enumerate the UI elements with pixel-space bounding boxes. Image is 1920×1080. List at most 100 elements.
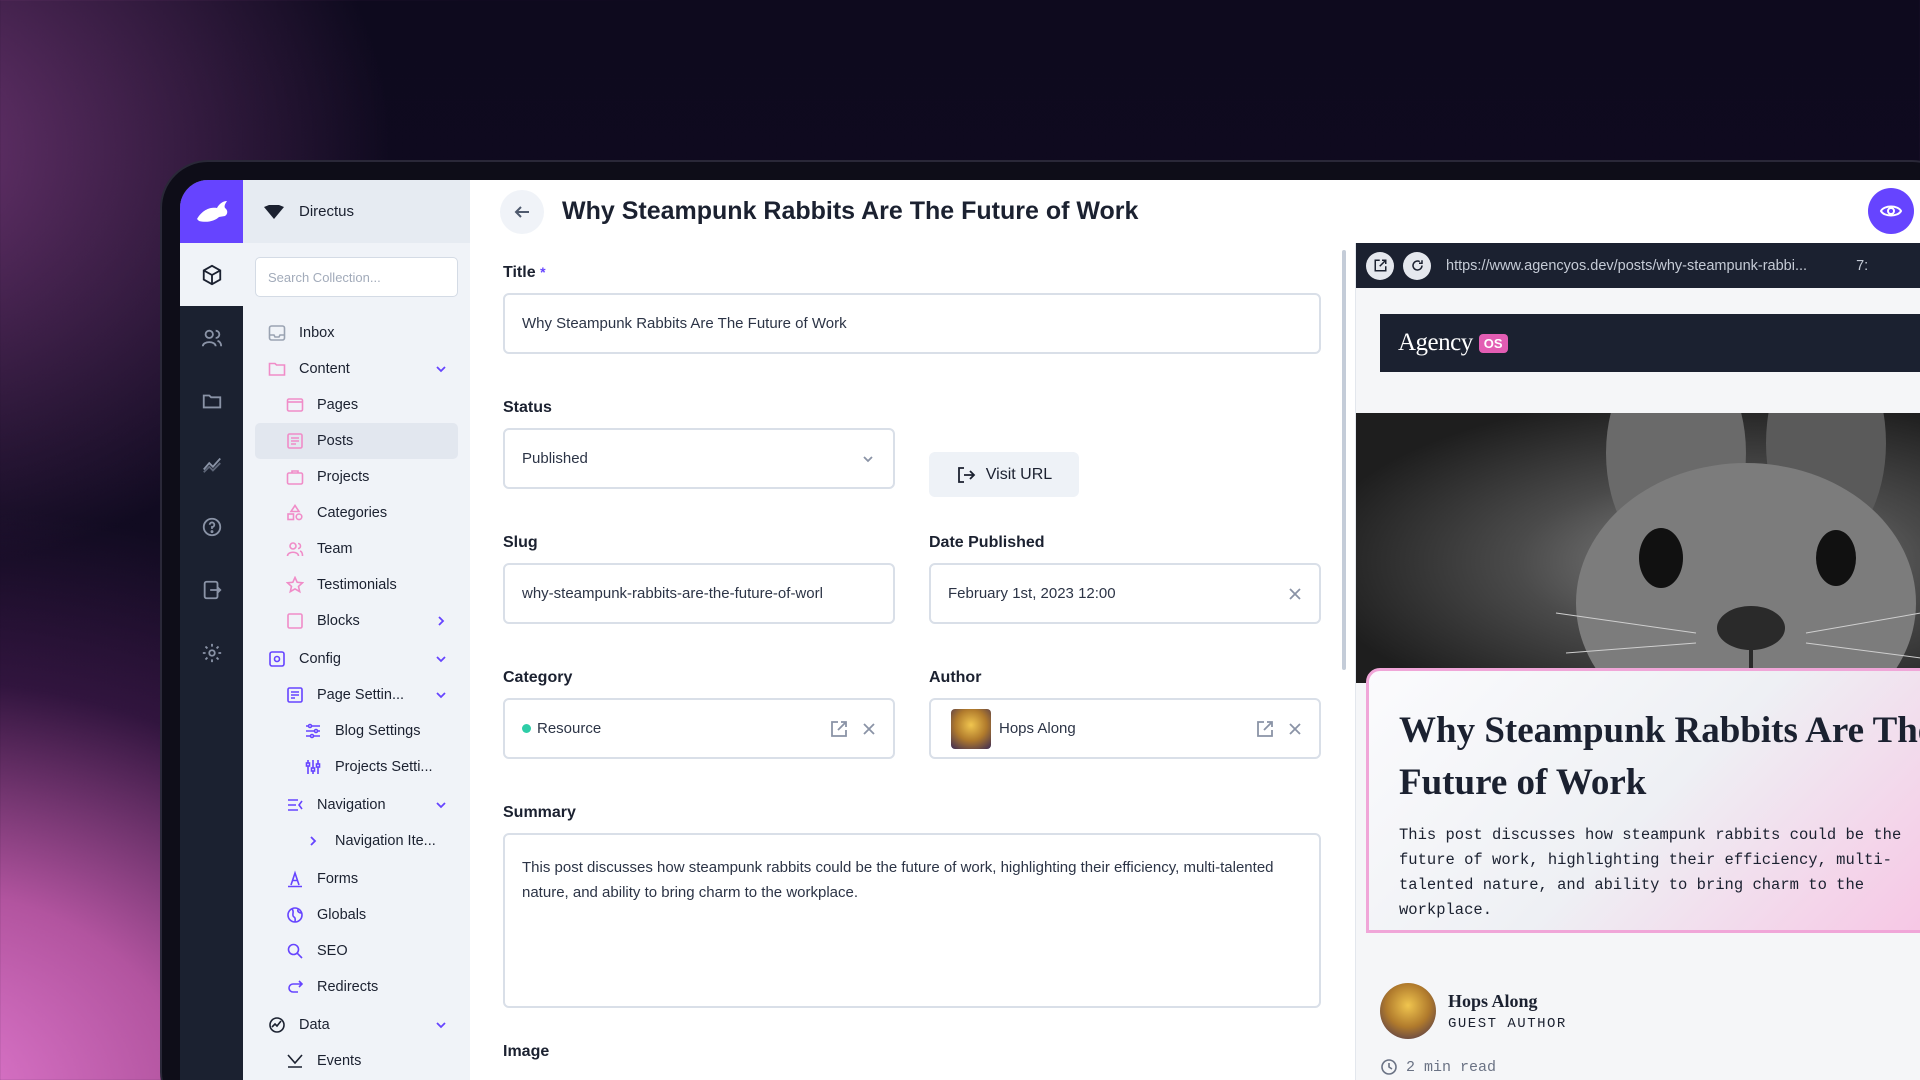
export-icon bbox=[203, 580, 222, 599]
close-icon[interactable] bbox=[859, 719, 879, 739]
collection-list: Inbox Content Pages Posts Projects Categ… bbox=[243, 315, 470, 1079]
category-label: Category bbox=[503, 669, 573, 686]
required-marker: * bbox=[540, 264, 546, 280]
module-export[interactable] bbox=[180, 558, 243, 621]
module-files[interactable] bbox=[180, 369, 243, 432]
date-published-input[interactable]: February 1st, 2023 12:00 bbox=[929, 563, 1321, 624]
chart-icon bbox=[202, 457, 221, 473]
preview-toolbar: https://www.agencyos.dev/posts/why-steam… bbox=[1356, 243, 1920, 288]
nav-item-projects[interactable]: Projects bbox=[255, 459, 458, 495]
open-preview-button[interactable] bbox=[1366, 251, 1394, 280]
module-content[interactable] bbox=[180, 243, 243, 306]
users-icon bbox=[201, 329, 222, 347]
nav-item-testimonials[interactable]: Testimonials bbox=[255, 567, 458, 603]
nav-item-navigation[interactable]: Navigation bbox=[255, 787, 458, 823]
refresh-preview-button[interactable] bbox=[1403, 251, 1431, 280]
chevron-down-icon bbox=[863, 455, 873, 462]
nav-item-blog-settings[interactable]: Blog Settings bbox=[255, 713, 458, 749]
search-placeholder: Search Collection... bbox=[268, 269, 381, 285]
post-author: Hops Along GUEST AUTHOR bbox=[1380, 983, 1567, 1039]
nav-item-inbox[interactable]: Inbox bbox=[255, 315, 458, 351]
visit-url-button[interactable]: Visit URL bbox=[929, 452, 1079, 497]
nav-item-redirects[interactable]: Redirects bbox=[255, 969, 458, 1005]
external-login-icon bbox=[957, 466, 976, 483]
chevron-down-icon[interactable] bbox=[434, 652, 448, 666]
open-external-icon bbox=[1374, 259, 1386, 272]
title-input[interactable]: Why Steampunk Rabbits Are The Future of … bbox=[503, 293, 1321, 354]
post-title[interactable]: Why Steampunk Rabbits Are The Future of … bbox=[1399, 705, 1920, 809]
toggle-preview-button[interactable] bbox=[1868, 188, 1914, 234]
date-published-label: Date Published bbox=[929, 534, 1045, 551]
chevron-down-icon[interactable] bbox=[434, 1018, 448, 1032]
close-icon[interactable] bbox=[1285, 584, 1305, 604]
project-switcher[interactable]: Directus bbox=[243, 180, 470, 243]
site-navbar: Agency OS bbox=[1380, 314, 1920, 372]
chevron-down-icon[interactable] bbox=[434, 688, 448, 702]
post-hero-image bbox=[1356, 413, 1920, 683]
post-card: Why Steampunk Rabbits Are The Future of … bbox=[1366, 668, 1920, 933]
nav-item-seo[interactable]: SEO bbox=[255, 933, 458, 969]
chevron-down-icon[interactable] bbox=[434, 362, 448, 376]
nav-item-projects-settings[interactable]: Projects Setti... bbox=[255, 749, 458, 785]
chevron-right-icon bbox=[303, 831, 323, 851]
nav-item-posts[interactable]: Posts bbox=[255, 423, 458, 459]
config-icon bbox=[267, 649, 287, 669]
slug-label: Slug bbox=[503, 534, 538, 551]
dashboard-icon bbox=[267, 1015, 287, 1035]
module-users[interactable] bbox=[180, 306, 243, 369]
nav-item-content[interactable]: Content bbox=[255, 351, 458, 387]
nav-item-page-settings[interactable]: Page Settin... bbox=[255, 677, 458, 713]
nav-item-pages[interactable]: Pages bbox=[255, 387, 458, 423]
nav-item-team[interactable]: Team bbox=[255, 531, 458, 567]
module-settings[interactable] bbox=[180, 621, 243, 684]
post-summary: This post discusses how steampunk rabbit… bbox=[1399, 826, 1902, 919]
magnify-icon bbox=[285, 941, 305, 961]
category-field[interactable]: Resource bbox=[503, 698, 895, 759]
arrow-left-icon bbox=[514, 205, 529, 218]
module-insights[interactable] bbox=[180, 432, 243, 495]
author-name[interactable]: Hops Along bbox=[1448, 991, 1567, 1012]
nav-item-data[interactable]: Data bbox=[255, 1007, 458, 1043]
search-collection-input[interactable]: Search Collection... bbox=[255, 257, 458, 297]
chevron-right-icon[interactable] bbox=[434, 614, 448, 628]
nav-item-blocks[interactable]: Blocks bbox=[255, 603, 458, 639]
star-icon bbox=[285, 575, 305, 595]
eye-icon bbox=[1879, 205, 1903, 217]
tune-icon bbox=[303, 757, 323, 777]
image-label: Image bbox=[503, 1043, 550, 1060]
folder-icon bbox=[267, 359, 287, 379]
app-window: Directus Search Collection... Inbox Cont… bbox=[180, 180, 1920, 1080]
scrollbar[interactable] bbox=[1342, 250, 1346, 670]
shapes-icon bbox=[285, 503, 305, 523]
author-field[interactable]: Hops Along bbox=[929, 698, 1321, 759]
open-external-icon[interactable] bbox=[829, 719, 849, 739]
inbox-icon bbox=[267, 323, 287, 343]
nav-item-config[interactable]: Config bbox=[255, 641, 458, 677]
back-button[interactable] bbox=[500, 189, 544, 234]
close-icon[interactable] bbox=[1285, 719, 1305, 739]
settings-page-icon bbox=[285, 685, 305, 705]
nav-item-events[interactable]: Events bbox=[255, 1043, 458, 1079]
nav-item-categories[interactable]: Categories bbox=[255, 495, 458, 531]
events-icon bbox=[285, 1051, 305, 1071]
page-icon bbox=[285, 395, 305, 415]
briefcase-icon bbox=[285, 467, 305, 487]
nav-item-globals[interactable]: Globals bbox=[255, 897, 458, 933]
open-external-icon[interactable] bbox=[1255, 719, 1275, 739]
slug-input[interactable]: why-steampunk-rabbits-are-the-future-of-… bbox=[503, 563, 895, 624]
live-preview-panel: https://www.agencyos.dev/posts/why-steam… bbox=[1355, 243, 1920, 1080]
help-icon bbox=[202, 517, 221, 536]
nav-item-navigation-items[interactable]: Navigation Ite... bbox=[255, 823, 458, 859]
nav-item-forms[interactable]: Forms bbox=[255, 861, 458, 897]
preview-url[interactable]: https://www.agencyos.dev/posts/why-steam… bbox=[1446, 258, 1807, 274]
status-label: Status bbox=[503, 399, 552, 416]
rabbit-portrait-image bbox=[1555, 413, 1920, 683]
status-select[interactable]: Published bbox=[503, 428, 895, 489]
chevron-down-icon[interactable] bbox=[434, 798, 448, 812]
box-icon bbox=[202, 264, 221, 285]
module-help[interactable] bbox=[180, 495, 243, 558]
brand-name[interactable]: Agency bbox=[1398, 329, 1473, 357]
team-icon bbox=[285, 539, 305, 559]
directus-logo[interactable] bbox=[180, 180, 243, 243]
summary-textarea[interactable]: This post discusses how steampunk rabbit… bbox=[503, 833, 1321, 1008]
